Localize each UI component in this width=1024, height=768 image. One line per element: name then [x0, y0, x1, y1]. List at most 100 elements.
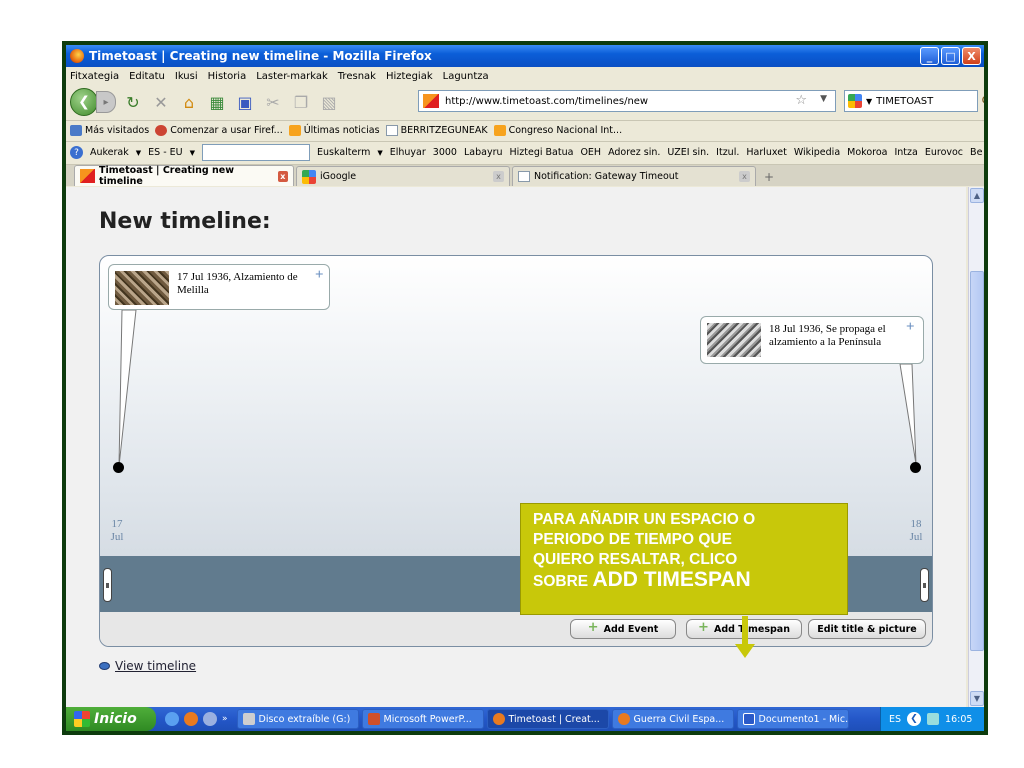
system-tray: ES ❮ 16:05 [880, 707, 984, 731]
toolbar-item[interactable]: Intza [894, 147, 917, 158]
callout-line: QUIERO RESALTAR, CLICO [533, 551, 738, 568]
star-icon[interactable]: ☆ [795, 93, 807, 108]
task-label: Guerra Civil Espa... [633, 713, 725, 725]
help-icon[interactable]: ? [70, 146, 83, 159]
toolbar-lang[interactable]: ES - EU [148, 147, 182, 158]
toolbar-item[interactable]: Elhuyar [390, 147, 426, 158]
taskbar-item[interactable]: Disco extraíble (G:) [236, 709, 359, 729]
menu-bookmarks[interactable]: Laster-markak [256, 71, 328, 82]
url-text: http://www.timetoast.com/timelines/new [445, 95, 649, 107]
bookmark-getting-started[interactable]: Comenzar a usar Firef... [155, 125, 283, 136]
close-tab-icon[interactable]: x [277, 170, 289, 182]
menu-history[interactable]: Historia [208, 71, 247, 82]
chevron-right-icon[interactable]: » [222, 714, 228, 724]
menu-view[interactable]: Ikusi [175, 71, 198, 82]
minimize-button[interactable]: _ [920, 47, 939, 65]
language-indicator[interactable]: ES [889, 714, 901, 725]
toolbar-item[interactable]: 3000 [433, 147, 457, 158]
scroll-down-icon[interactable]: ▼ [970, 691, 984, 706]
toolbar-item[interactable]: Itzul. [716, 147, 739, 158]
toolbar-item[interactable]: Mokoroa [847, 147, 887, 158]
new-tab-button[interactable]: + [758, 168, 780, 186]
menu-file[interactable]: Fitxategia [70, 71, 119, 82]
event-card[interactable]: 18 Jul 1936, Se propaga el alzamiento a … [700, 316, 924, 364]
start-button[interactable]: Inicio [66, 707, 156, 731]
add-bookmark-icon[interactable]: ▦ [206, 91, 228, 113]
event-marker[interactable] [910, 462, 921, 473]
callout-emphasis: ADD TIMESPAN [592, 568, 751, 591]
stop-icon[interactable]: ✕ [150, 91, 172, 113]
chevron-down-icon[interactable]: ▼ [866, 97, 872, 106]
toolbar-item[interactable]: Euskalterm [317, 147, 370, 158]
left-drag-handle[interactable] [103, 568, 112, 602]
taskbar-item[interactable]: Microsoft PowerP... [361, 709, 484, 729]
copy-icon[interactable]: ❐ [290, 91, 312, 113]
event-thumbnail [707, 323, 761, 357]
toolbar-item[interactable]: Hiztegi Batua [510, 147, 574, 158]
internet-explorer-icon[interactable] [165, 712, 179, 726]
search-icon[interactable]: ⚲ [981, 94, 984, 110]
home-icon[interactable]: ⌂ [178, 91, 200, 113]
menu-dictionaries[interactable]: Hiztegiak [386, 71, 433, 82]
tab-timetoast[interactable]: Timetoast | Creating new timeline x [74, 165, 294, 187]
network-icon[interactable] [927, 713, 940, 725]
bookmark-icon[interactable]: ▣ [234, 91, 256, 113]
reload-icon[interactable]: ↻ [122, 91, 144, 113]
bookmarks-bar: Más visitados Comenzar a usar Firef... Ú… [66, 120, 984, 140]
toolbar-item[interactable]: Be [970, 147, 982, 158]
url-field[interactable]: http://www.timetoast.com/timelines/new ☆… [418, 90, 836, 112]
bookmark-berritzeguneak[interactable]: BERRITZEGUNEAK [385, 125, 488, 136]
event-card[interactable]: 17 Jul 1936, Alzamiento de Melilla + [108, 264, 330, 310]
cut-icon[interactable]: ✂ [262, 91, 284, 113]
menu-help[interactable]: Laguntza [443, 71, 489, 82]
toolbar-options[interactable]: Aukerak [90, 147, 129, 158]
plus-icon[interactable]: + [906, 319, 915, 336]
maximize-button[interactable]: □ [941, 47, 960, 65]
task-label: Microsoft PowerP... [383, 713, 472, 725]
view-timeline-link[interactable]: View timeline [99, 659, 196, 673]
bookmark-latest-news[interactable]: Últimas noticias [288, 125, 380, 136]
toolbar-item[interactable]: Harluxet [746, 147, 786, 158]
event-marker[interactable] [113, 462, 124, 473]
scroll-up-icon[interactable]: ▲ [970, 188, 984, 203]
tab-igoogle[interactable]: iGoogle x [296, 166, 510, 186]
chevron-left-icon[interactable]: ❮ [907, 712, 922, 726]
taskbar-item[interactable]: Timetoast | Creat... [486, 709, 609, 729]
add-event-button[interactable]: + Add Event [570, 619, 676, 639]
search-input[interactable]: ▼ TIMETOAST [844, 90, 978, 112]
edit-title-button[interactable]: Edit title & picture [808, 619, 926, 639]
paste-icon[interactable]: ▧ [318, 91, 340, 113]
menu-edit[interactable]: Editatu [129, 71, 165, 82]
dictionary-input[interactable] [202, 144, 311, 161]
taskbar-item[interactable]: Documento1 - Mic... [736, 709, 849, 729]
bookmark-congreso[interactable]: Congreso Nacional Int... [493, 125, 622, 136]
task-label: Timetoast | Creat... [508, 713, 600, 725]
right-drag-handle[interactable] [920, 568, 929, 602]
chevron-down-icon[interactable]: ▼ [820, 94, 827, 104]
toolbar-item[interactable]: Eurovoc [925, 147, 963, 158]
back-button[interactable]: ❮ [70, 88, 98, 116]
toolbar-item[interactable]: Labayru [464, 147, 503, 158]
close-button[interactable]: X [962, 47, 981, 65]
bookmark-most-visited[interactable]: Más visitados [70, 125, 149, 136]
scroll-thumb[interactable] [970, 271, 984, 651]
taskbar-item[interactable]: Guerra Civil Espa... [611, 709, 734, 729]
firefox-icon [70, 49, 84, 63]
plus-icon[interactable]: + [315, 267, 324, 284]
tab-notification[interactable]: Notification: Gateway Timeout x [512, 166, 756, 186]
timetoast-favicon [80, 169, 95, 183]
google-icon[interactable] [848, 94, 862, 108]
forward-button[interactable]: ▸ [96, 91, 116, 113]
vertical-scrollbar[interactable]: ▲ ▼ [968, 187, 984, 707]
toolbar-item[interactable]: UZEI sin. [667, 147, 709, 158]
firefox-icon[interactable] [184, 712, 198, 726]
close-tab-icon[interactable]: x [493, 171, 504, 182]
search-icon[interactable] [203, 712, 217, 726]
plus-icon: + [587, 620, 599, 635]
bookmark-label: Últimas noticias [303, 125, 380, 136]
toolbar-item[interactable]: Wikipedia [794, 147, 840, 158]
menu-tools[interactable]: Tresnak [338, 71, 376, 82]
toolbar-item[interactable]: OEH [580, 147, 601, 158]
close-tab-icon[interactable]: x [739, 171, 750, 182]
toolbar-item[interactable]: Adorez sin. [608, 147, 660, 158]
